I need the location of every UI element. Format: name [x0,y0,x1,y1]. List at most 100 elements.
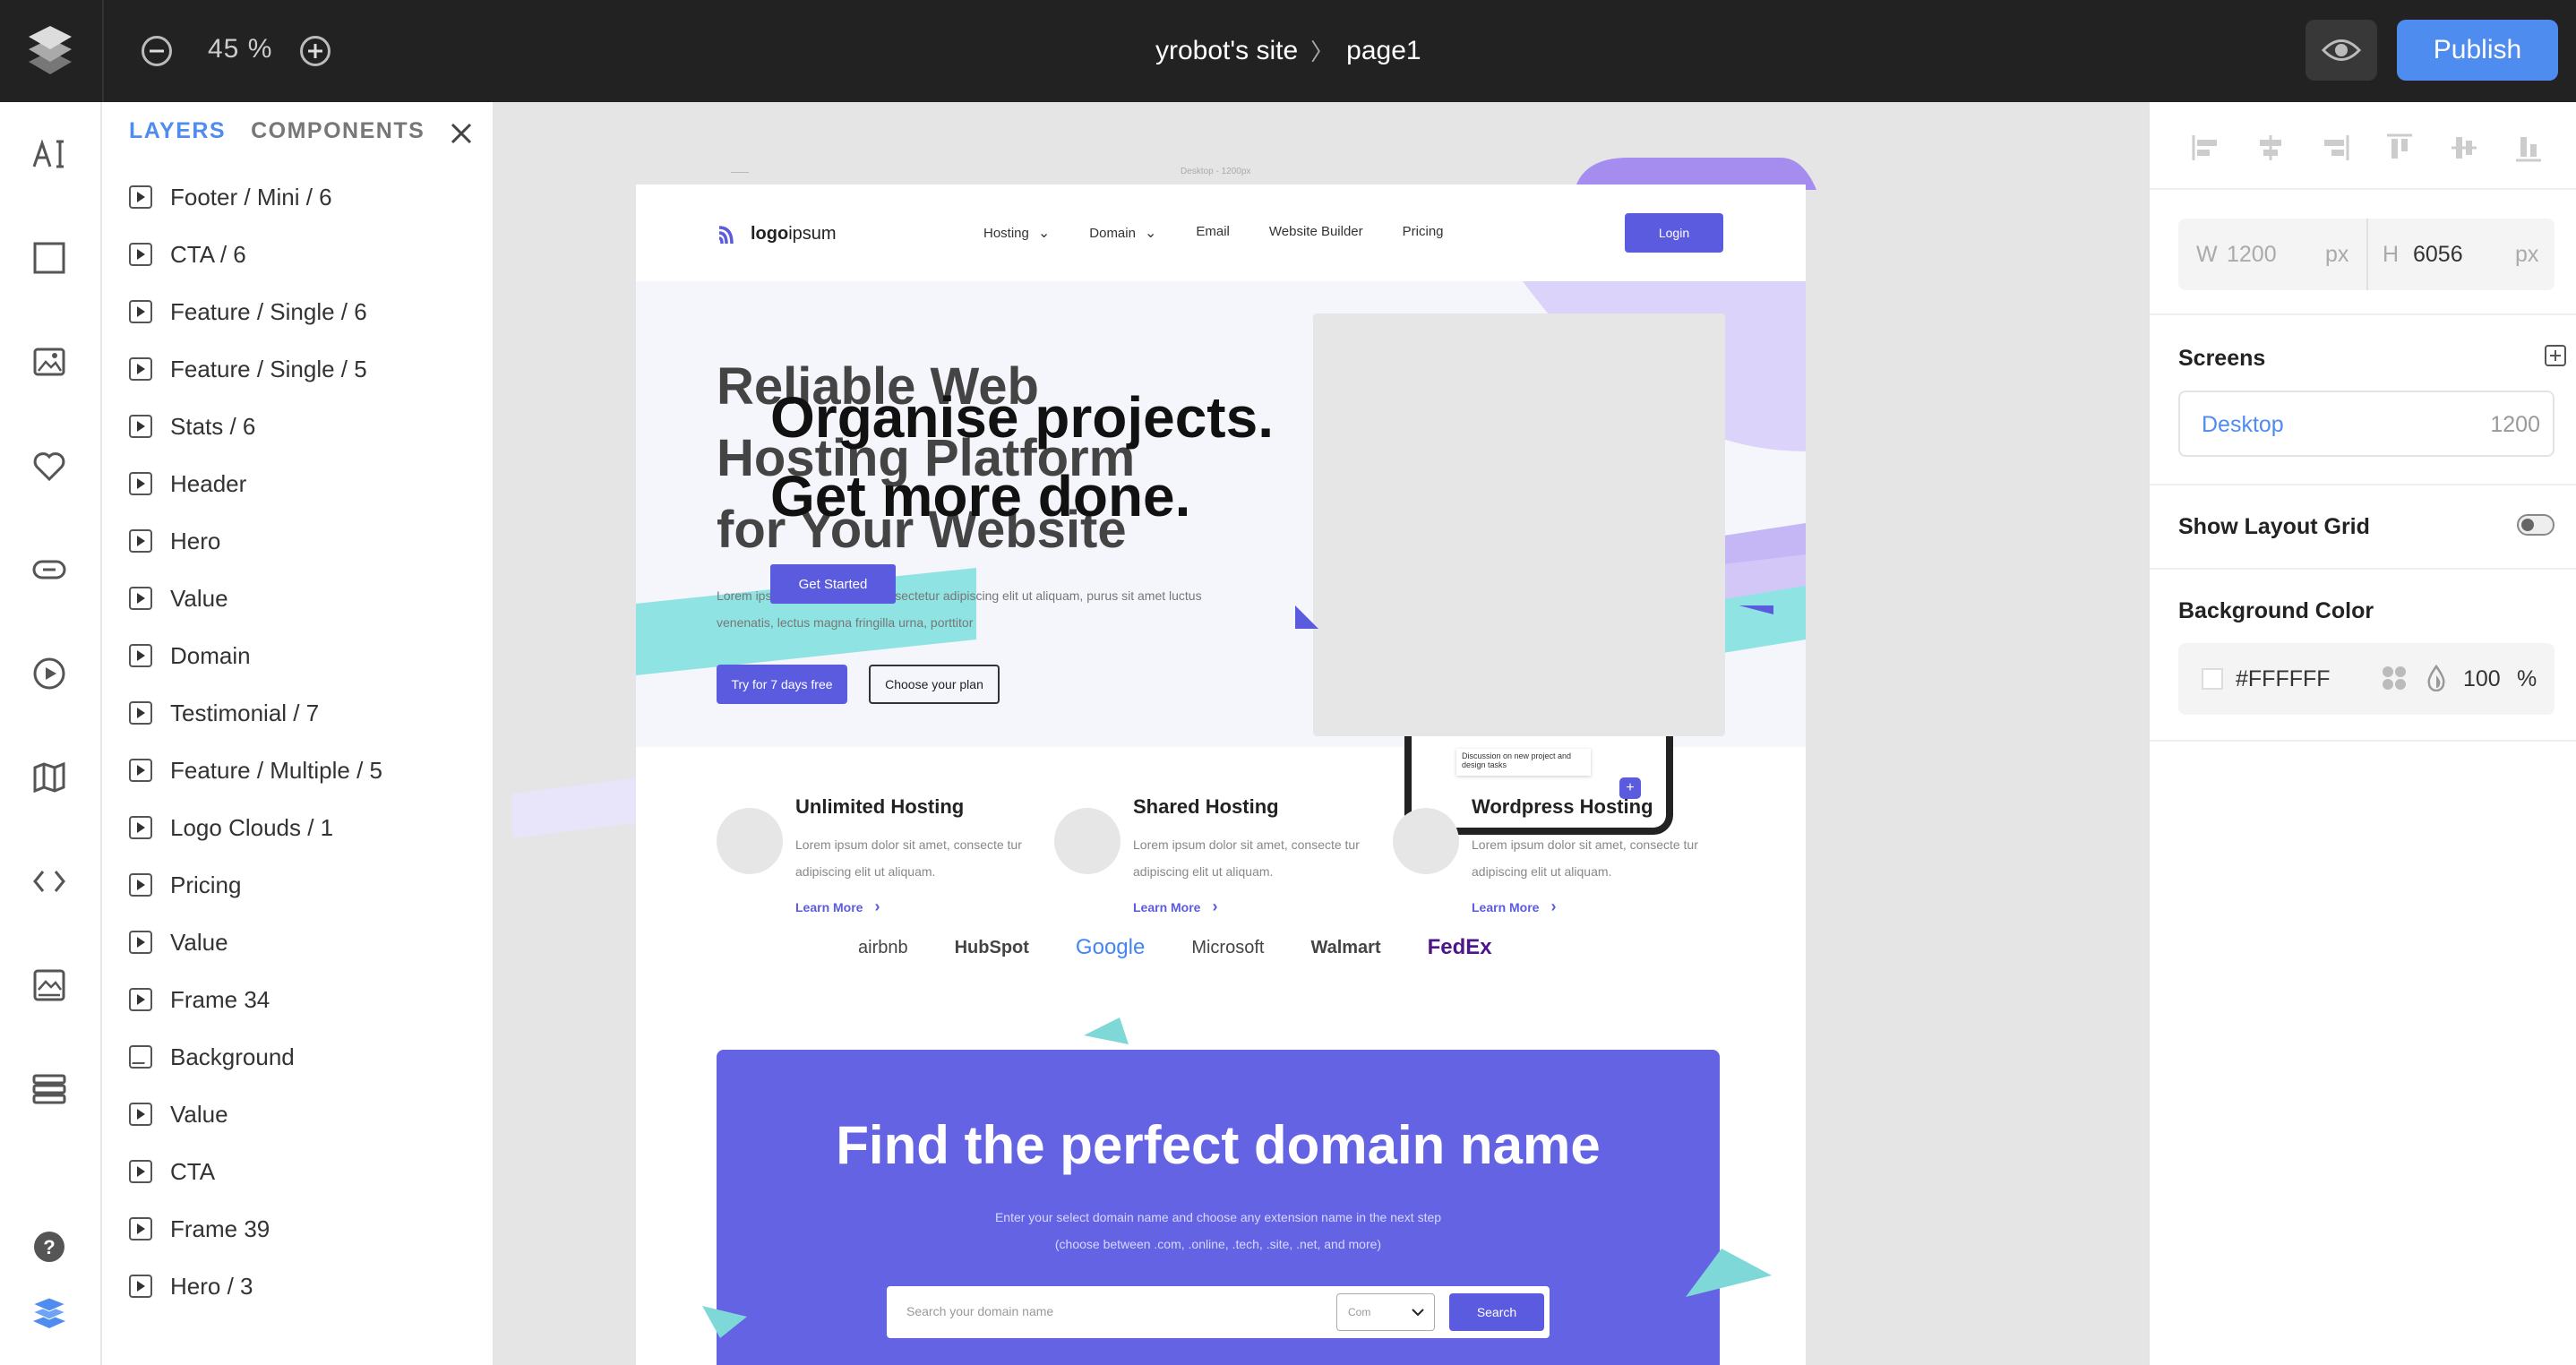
feature-learn-more-link[interactable]: Learn More [1472,897,1556,916]
gallery-icon[interactable] [30,966,69,1005]
layer-item[interactable]: CTA [102,1143,493,1200]
text-tool-icon[interactable] [30,134,69,174]
add-screen-icon[interactable] [2544,344,2567,367]
width-input[interactable]: 1200 [2227,242,2277,268]
domain-extension-select[interactable]: Com [1336,1293,1435,1331]
domain-extension-value: Com [1348,1306,1371,1318]
zoom-out-button[interactable] [142,36,172,66]
layer-item[interactable]: Value [102,914,493,971]
opacity-input[interactable]: 100 [2463,666,2501,692]
height-label: H [2383,242,2400,267]
feature-learn-more-link[interactable]: Learn More [1133,897,1217,916]
layer-item[interactable]: Domain [102,627,493,684]
layer-item[interactable]: Pricing [102,856,493,914]
get-started-button[interactable]: Get Started [770,564,896,604]
background-hex-input[interactable]: #FFFFFF [2236,666,2331,692]
domain-subtitle-line1: Enter your select domain name and choose… [994,1210,1442,1224]
component-layer-icon [129,300,152,323]
nav-link-domain[interactable]: Domain [1089,224,1156,242]
layer-item[interactable]: Hero / 3 [102,1258,493,1315]
breadcrumb-site[interactable]: yrobot's site [1155,36,1298,66]
choose-plan-button[interactable]: Choose your plan [869,665,1000,704]
layer-item[interactable]: Frame 39 [102,1200,493,1258]
component-layer-icon [129,644,152,667]
size-fields: W 1200 px H 6056 px [2178,219,2555,290]
tab-components[interactable]: COMPONENTS [251,118,425,144]
frame-ruler-left [731,172,749,173]
image-tool-icon[interactable] [30,342,69,382]
layer-item[interactable]: Feature / Multiple / 5 [102,742,493,799]
publish-button[interactable]: Publish [2397,20,2558,81]
logo-microsoft: Microsoft [1191,937,1265,957]
heart-icon[interactable] [30,446,69,485]
help-icon[interactable]: ? [30,1227,69,1266]
component-layer-icon [129,873,152,897]
palette-icon[interactable] [2381,665,2408,691]
layer-item-label: CTA [170,1157,216,1185]
panel-tabs: LAYERS COMPONENTS [129,118,425,144]
layers-icon[interactable] [30,1293,69,1333]
logo-airbnb: airbnb [858,937,908,957]
opacity-drop-icon [2427,665,2445,691]
zoom-in-button[interactable] [300,36,331,66]
component-layer-icon [129,185,152,209]
design-canvas[interactable]: Desktop - 1200px logoipsum Hosting Domai… [494,102,2148,1365]
layer-item-label: Value [170,584,228,612]
tab-layers[interactable]: LAYERS [129,118,226,144]
login-button[interactable]: Login [1625,213,1723,253]
layer-item[interactable]: Logo Clouds / 1 [102,799,493,856]
align-bottom-icon[interactable] [2513,133,2544,163]
video-tool-icon[interactable] [30,654,69,693]
site-logo[interactable]: logoipsum [717,220,837,247]
feature-learn-more-link[interactable]: Learn More [795,897,880,916]
preview-button[interactable] [2306,20,2377,81]
layer-item[interactable]: Frame 34 [102,971,493,1028]
align-top-icon[interactable] [2384,133,2415,163]
component-layer-icon [129,701,152,725]
rectangle-tool-icon[interactable] [30,238,69,278]
component-layer-icon [129,816,152,839]
layer-item[interactable]: Testimonial / 7 [102,684,493,742]
layer-item-label: Stats / 6 [170,412,256,440]
layer-item[interactable]: Feature / Single / 6 [102,283,493,340]
button-tool-icon[interactable] [30,550,69,589]
align-center-h-icon[interactable] [2255,133,2286,163]
domain-search-input[interactable]: Search your domain name [906,1304,1053,1318]
map-icon[interactable] [30,758,69,797]
screen-item-desktop[interactable]: Desktop 1200 [2178,391,2555,457]
code-icon[interactable] [30,862,69,901]
height-input[interactable]: 6056 [2413,242,2463,268]
layer-item[interactable]: Feature / Single / 5 [102,340,493,398]
nav-link-pricing[interactable]: Pricing [1403,224,1444,242]
layer-item-label: CTA / 6 [170,240,246,268]
layer-item[interactable]: Stats / 6 [102,398,493,455]
close-icon[interactable] [448,120,475,147]
screens-title: Screens [2178,346,2266,371]
align-left-icon[interactable] [2191,133,2221,163]
layer-item[interactable]: Hero [102,512,493,570]
align-center-v-icon[interactable] [2449,133,2479,163]
app-logo-icon[interactable] [27,24,73,76]
layout-grid-toggle[interactable] [2517,514,2555,536]
try-free-button[interactable]: Try for 7 days free [717,665,847,704]
layer-item[interactable]: Header [102,455,493,512]
domain-search-button[interactable]: Search [1449,1293,1544,1331]
color-swatch[interactable] [2202,668,2223,690]
nav-link-website-builder[interactable]: Website Builder [1269,224,1363,242]
feature-title: Shared Hosting [1133,795,1279,818]
feature-title: Unlimited Hosting [795,795,965,818]
layer-item[interactable]: Footer / Mini / 6 [102,168,493,226]
list-icon[interactable] [30,1069,69,1109]
nav-link-hosting[interactable]: Hosting [983,224,1050,242]
panel-divider [2150,568,2576,570]
page-frame[interactable]: logoipsum Hosting Domain Email Website B… [636,185,1806,1365]
layer-item-label: Pricing [170,871,242,898]
breadcrumb-page[interactable]: page1 [1346,36,1421,66]
layer-item[interactable]: Background [102,1028,493,1086]
component-layer-icon [129,415,152,438]
align-right-icon[interactable] [2320,133,2350,163]
layer-item[interactable]: CTA / 6 [102,226,493,283]
layer-item[interactable]: Value [102,1086,493,1143]
nav-link-email[interactable]: Email [1196,224,1230,242]
layer-item[interactable]: Value [102,570,493,627]
